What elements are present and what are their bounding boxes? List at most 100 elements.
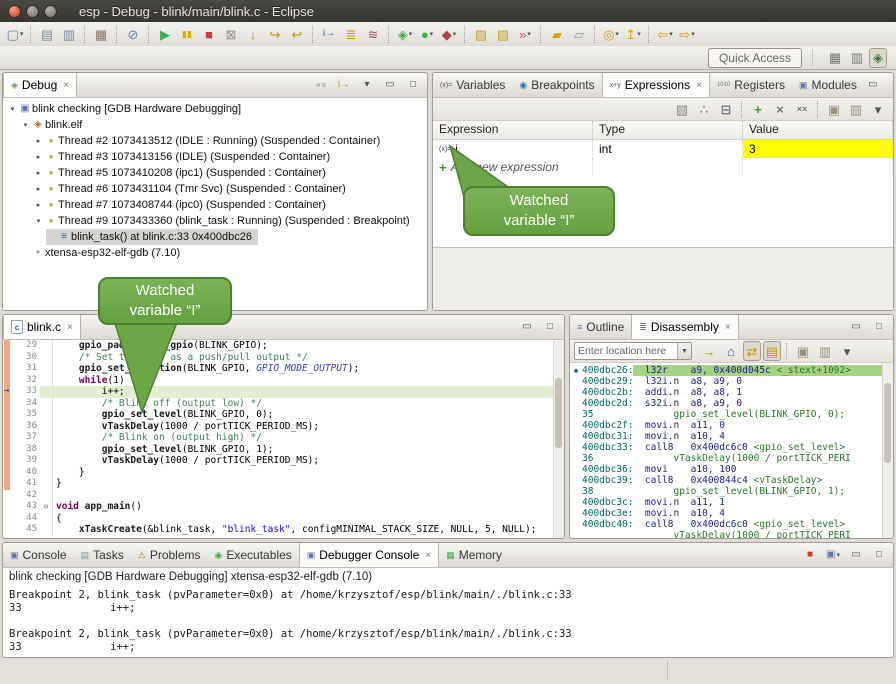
editor-line[interactable]: 38 gpio_set_level(BLINK_GPIO, 1); bbox=[3, 444, 564, 456]
tree-row[interactable]: ▾◈blink.elf bbox=[3, 117, 427, 133]
instruction-pointer-button[interactable]: i→ bbox=[336, 75, 352, 95]
editor-line[interactable]: 32 while(1) bbox=[3, 375, 564, 387]
add-expression-row[interactable]: +Add new expression bbox=[433, 158, 893, 176]
minimize-button[interactable]: ▭ bbox=[865, 75, 881, 95]
tab-debugger-console[interactable]: ▣Debugger Console× bbox=[299, 543, 439, 567]
disassembly-line[interactable]: ◆400dbc26: l32r a9, 0x400d045c <_stext+1… bbox=[570, 365, 893, 376]
minimize-window-button[interactable] bbox=[26, 5, 39, 18]
expander-icon[interactable]: ▸ bbox=[33, 153, 44, 161]
disassembly-line[interactable]: 400dbc33: call8 0x400dc6c0 <gpio_set_lev… bbox=[570, 442, 893, 453]
minimize-button[interactable]: ▭ bbox=[848, 545, 864, 565]
expander-icon[interactable]: ▸ bbox=[33, 169, 44, 177]
minimize-button[interactable]: ▭ bbox=[382, 75, 398, 95]
run-button[interactable]: ●▾ bbox=[417, 24, 437, 44]
tab-variables[interactable]: (x)=Variables bbox=[433, 73, 512, 97]
tree-row[interactable]: ▸●Thread #6 1073431104 (Tmr Svc) (Suspen… bbox=[3, 181, 427, 197]
save-button[interactable]: ▤ bbox=[37, 24, 57, 44]
instruction-stepping-button[interactable]: i→ bbox=[319, 24, 339, 44]
disassembly-line[interactable]: 400dbc3e: movi.n a10, 4 bbox=[570, 508, 893, 519]
expander-icon[interactable]: ▾ bbox=[33, 217, 44, 225]
value-cell[interactable]: 3 bbox=[743, 140, 893, 158]
forward-button[interactable]: ⇨▾ bbox=[677, 24, 697, 44]
step-into-button[interactable]: ↓ bbox=[243, 24, 263, 44]
remove-expression-button[interactable]: × bbox=[770, 99, 790, 119]
tab-modules[interactable]: ▣Modules bbox=[792, 73, 864, 97]
mark-occurrences-button[interactable]: ◎▾ bbox=[601, 24, 621, 44]
location-combo[interactable]: Enter location here ▼ bbox=[574, 342, 692, 360]
show-execution-flow-button[interactable]: ≣ bbox=[341, 24, 361, 44]
tab-tasks[interactable]: ▤Tasks bbox=[74, 543, 131, 567]
disassembly-scrollbar-thumb[interactable] bbox=[884, 383, 891, 463]
close-window-button[interactable] bbox=[8, 5, 21, 18]
step-return-button[interactable]: ↩ bbox=[287, 24, 307, 44]
editor-line[interactable]: 35 gpio_set_level(BLINK_GPIO, 0); bbox=[3, 409, 564, 421]
resume-button[interactable]: ▶ bbox=[155, 24, 175, 44]
open-new-view-button[interactable]: ▣ bbox=[824, 99, 844, 119]
expander-icon[interactable]: ▾ bbox=[20, 121, 31, 129]
editor-line[interactable]: 31 gpio_set_direction(BLINK_GPIO, GPIO_M… bbox=[3, 363, 564, 375]
close-icon[interactable]: × bbox=[725, 322, 731, 333]
debug-button[interactable]: ◈▾ bbox=[395, 24, 415, 44]
cpp-perspective-button[interactable]: ▥ bbox=[847, 48, 867, 68]
editor-line[interactable]: 43⊖void app_main() bbox=[3, 501, 564, 513]
suspend-button[interactable]: ▮▮ bbox=[177, 24, 197, 44]
editor-line[interactable]: 34 /* Blink off (output low) */ bbox=[3, 398, 564, 410]
expander-icon[interactable]: ▾ bbox=[7, 105, 18, 113]
disassembly-line[interactable]: 400dbc31: movi.n a10, 4 bbox=[570, 431, 893, 442]
disconnect-button[interactable]: ⊠ bbox=[221, 24, 241, 44]
back-button[interactable]: ⇦▾ bbox=[655, 24, 675, 44]
disassembly-body[interactable]: ◆400dbc26: l32r a9, 0x400d045c <_stext+1… bbox=[570, 363, 893, 539]
trace-control-button[interactable]: ≋ bbox=[363, 24, 383, 44]
remove-all-terminated-button[interactable]: ×× bbox=[313, 75, 329, 95]
close-icon[interactable]: × bbox=[67, 322, 73, 333]
editor-line[interactable]: 42 bbox=[3, 490, 564, 502]
last-edit-location-button[interactable]: ↥▾ bbox=[623, 24, 643, 44]
tab-expressions[interactable]: x+yExpressions× bbox=[602, 73, 710, 97]
disassembly-line[interactable]: 400dbc2f: movi.n a11, 0 bbox=[570, 420, 893, 431]
tab-blink-c[interactable]: c blink.c × bbox=[3, 315, 81, 339]
tree-row[interactable]: ▸●Thread #2 1073413512 (IDLE : Running) … bbox=[3, 133, 427, 149]
view-menu-button[interactable]: ▾ bbox=[359, 75, 375, 95]
combo-arrow-icon[interactable]: ▼ bbox=[677, 343, 691, 359]
disassembly-line[interactable]: 400dbc39: call8 0x400844c4 <vTaskDelay> bbox=[570, 475, 893, 486]
terminate-button[interactable]: ■ bbox=[199, 24, 219, 44]
console-output[interactable]: Breakpoint 2, blink_task (pvParameter=0x… bbox=[3, 585, 893, 658]
tree-row[interactable]: ▾●Thread #9 1073433360 (blink_task : Run… bbox=[3, 213, 427, 229]
save-all-button[interactable]: ▥ bbox=[59, 24, 79, 44]
clean-button[interactable]: ▱ bbox=[569, 24, 589, 44]
terminate-button[interactable]: ■ bbox=[802, 545, 818, 565]
disassembly-line[interactable]: 400dbc2d: s32i.n a8, a9, 0 bbox=[570, 398, 893, 409]
quick-access-field[interactable]: Quick Access bbox=[708, 48, 802, 68]
link-with-debug-button[interactable]: ▥ bbox=[846, 99, 866, 119]
expander-icon[interactable]: ▸ bbox=[33, 137, 44, 145]
tab-disassembly[interactable]: ≣Disassembly× bbox=[631, 315, 738, 339]
pin-view-button[interactable]: ▥ bbox=[815, 341, 835, 361]
minimize-button[interactable]: ▭ bbox=[519, 317, 535, 337]
show-type-names-button[interactable]: ▧ bbox=[672, 99, 692, 119]
show-logical-structure-button[interactable]: ∴ bbox=[694, 99, 714, 119]
fold-icon[interactable]: ⊖ bbox=[40, 501, 53, 513]
tree-row[interactable]: ▸●Thread #7 1073408744 (ipc0) (Suspended… bbox=[3, 197, 427, 213]
flash-device-button[interactable]: »▾ bbox=[515, 24, 535, 44]
minimize-button[interactable]: ▭ bbox=[848, 317, 864, 337]
open-folder-button[interactable]: ▧ bbox=[493, 24, 513, 44]
open-new-view-button[interactable]: ▣ bbox=[793, 341, 813, 361]
maximize-button[interactable]: □ bbox=[871, 317, 887, 337]
disassembly-line[interactable]: 400dbc40: call8 0x400dc6c0 <gpio_set_lev… bbox=[570, 519, 893, 530]
disassembly-scrollbar[interactable] bbox=[882, 363, 893, 539]
editor-line[interactable]: 39 vTaskDelay(1000 / portTICK_PERIOD_MS)… bbox=[3, 455, 564, 467]
add-expression-button[interactable]: + bbox=[748, 99, 768, 119]
disassembly-line[interactable]: 400dbc3c: movi.n a11, 1 bbox=[570, 497, 893, 508]
sync-selection-button[interactable]: ⇄ bbox=[743, 341, 761, 361]
step-over-button[interactable]: ↪ bbox=[265, 24, 285, 44]
jump-to-pc-button[interactable]: → bbox=[699, 341, 719, 361]
close-icon[interactable]: × bbox=[425, 550, 431, 561]
tree-row[interactable]: ▾▣blink checking [GDB Hardware Debugging… bbox=[3, 101, 427, 117]
tab-debug[interactable]: ◈Debug× bbox=[3, 73, 77, 97]
disassembly-line[interactable]: vTaskDelay(1000 / portTICK_PERI bbox=[570, 530, 893, 539]
editor-line[interactable]: 45 xTaskCreate(&blink_task, "blink_task"… bbox=[3, 524, 564, 536]
collapse-all-button[interactable]: ⊟ bbox=[716, 99, 736, 119]
location-input[interactable]: Enter location here bbox=[575, 345, 677, 357]
tree-row[interactable]: ▸●Thread #3 1073413156 (IDLE) (Suspended… bbox=[3, 149, 427, 165]
tab-problems[interactable]: ⚠Problems bbox=[131, 543, 208, 567]
